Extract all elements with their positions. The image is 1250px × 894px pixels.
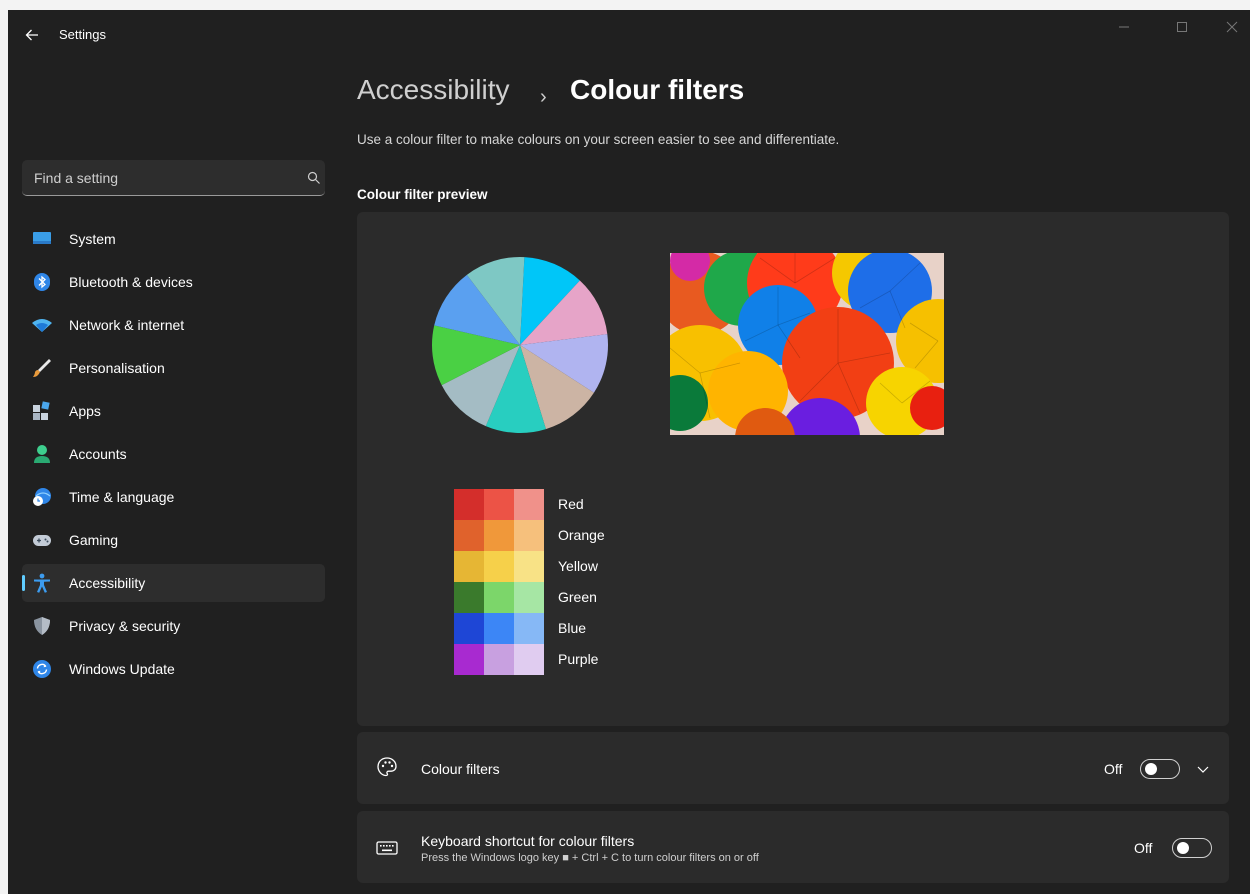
colour-filters-toggle[interactable] xyxy=(1140,759,1180,779)
sidebar-item-label: Apps xyxy=(69,403,101,419)
swatch-light xyxy=(514,520,544,551)
colour-filter-preview: Red Orange Yellow Green Blue Purple xyxy=(357,212,1229,726)
toggle-knob xyxy=(1145,763,1157,775)
swatch-row-red: Red xyxy=(454,489,654,520)
apps-icon xyxy=(32,401,52,421)
swatch-mid xyxy=(484,582,514,613)
minimize-button[interactable] xyxy=(1107,16,1141,38)
shield-icon xyxy=(32,616,52,636)
gaming-icon xyxy=(32,530,52,550)
sidebar-item-personalisation[interactable]: Personalisation xyxy=(22,349,325,387)
swatch-mid xyxy=(484,644,514,675)
sidebar-item-label: Privacy & security xyxy=(69,618,181,634)
search-icon[interactable] xyxy=(307,171,321,185)
keyboard-icon xyxy=(375,836,399,860)
update-icon xyxy=(32,659,52,679)
sidebar-item-label: Accounts xyxy=(69,446,127,462)
back-arrow-icon[interactable] xyxy=(20,24,44,46)
page-title: Colour filters xyxy=(570,74,745,105)
swatch-dark xyxy=(454,551,484,582)
sidebar-item-windows-update[interactable]: Windows Update xyxy=(22,650,325,688)
keyboard-shortcut-title: Keyboard shortcut for colour filters xyxy=(421,833,635,849)
sidebar-item-gaming[interactable]: Gaming xyxy=(22,521,325,559)
sidebar-item-label: Time & language xyxy=(69,489,175,505)
swatch-label: Orange xyxy=(558,527,605,543)
swatch-dark xyxy=(454,613,484,644)
network-icon xyxy=(32,315,52,335)
sidebar-item-time-language[interactable]: Time & language xyxy=(22,478,325,516)
sidebar-item-privacy-security[interactable]: Privacy & security xyxy=(22,607,325,645)
time-language-icon xyxy=(32,487,52,507)
swatch-dark xyxy=(454,520,484,551)
sidebar-item-label: Windows Update xyxy=(69,661,175,677)
title-bar: Settings xyxy=(8,10,1250,60)
search-box[interactable] xyxy=(22,160,325,196)
selection-indicator xyxy=(22,575,25,591)
sidebar-item-label: Gaming xyxy=(69,532,119,548)
swatch-label: Yellow xyxy=(558,558,598,574)
sidebar-item-label: Personalisation xyxy=(69,360,165,376)
sidebar-item-accessibility[interactable]: Accessibility xyxy=(22,564,325,602)
swatch-mid xyxy=(484,489,514,520)
swatch-mid xyxy=(484,551,514,582)
swatch-row-yellow: Yellow xyxy=(454,551,654,582)
swatch-dark xyxy=(454,489,484,520)
palette-icon xyxy=(375,755,399,779)
close-button[interactable] xyxy=(1215,16,1249,38)
chevron-down-icon[interactable] xyxy=(1195,761,1211,777)
sidebar-item-network[interactable]: Network & internet xyxy=(22,306,325,344)
swatch-label: Blue xyxy=(558,620,587,636)
system-icon xyxy=(32,229,52,249)
preview-section-title: Colour filter preview xyxy=(357,187,488,202)
colour-filters-title: Colour filters xyxy=(421,761,500,777)
swatch-mid xyxy=(484,613,514,644)
swatch-row-blue: Blue xyxy=(454,613,654,644)
sidebar-item-label: Network & internet xyxy=(69,317,185,333)
swatch-light xyxy=(514,582,544,613)
swatch-light xyxy=(514,551,544,582)
sidebar-item-label: Accessibility xyxy=(69,575,146,591)
preview-photo xyxy=(670,253,944,435)
swatch-label: Red xyxy=(558,496,584,512)
keyboard-shortcut-toggle[interactable] xyxy=(1172,838,1212,858)
keyboard-shortcut-subtitle: Press the Windows logo key ■ + Ctrl + C … xyxy=(421,852,759,864)
colour-filters-state: Off xyxy=(1104,761,1123,777)
swatch-dark xyxy=(454,644,484,675)
breadcrumb-separator: › xyxy=(540,86,547,108)
settings-window: Settings System Bluetooth & devices Netw… xyxy=(8,10,1250,894)
swatch-label: Purple xyxy=(558,651,599,667)
search-input[interactable] xyxy=(22,160,292,195)
sidebar-item-system[interactable]: System xyxy=(22,220,325,258)
bluetooth-icon xyxy=(32,272,52,292)
sidebar-item-label: System xyxy=(69,231,116,247)
accounts-icon xyxy=(32,444,52,464)
toggle-knob xyxy=(1177,842,1189,854)
swatch-row-green: Green xyxy=(454,582,654,613)
swatch-row-purple: Purple xyxy=(454,644,654,675)
colour-filters-card[interactable]: Colour filters Off xyxy=(357,732,1229,804)
sidebar-item-label: Bluetooth & devices xyxy=(69,274,193,290)
sidebar-item-apps[interactable]: Apps xyxy=(22,392,325,430)
breadcrumb-parent[interactable]: Accessibility xyxy=(357,73,509,107)
brush-icon xyxy=(32,358,52,378)
swatch-row-orange: Orange xyxy=(454,520,654,551)
keyboard-shortcut-state: Off xyxy=(1134,840,1153,856)
swatch-mid xyxy=(484,520,514,551)
swatch-light xyxy=(514,489,544,520)
accessibility-icon xyxy=(32,573,52,593)
sidebar-item-accounts[interactable]: Accounts xyxy=(22,435,325,473)
swatch-light xyxy=(514,644,544,675)
sidebar-item-bluetooth[interactable]: Bluetooth & devices xyxy=(22,263,325,301)
app-title: Settings xyxy=(59,27,106,42)
preview-pie xyxy=(432,257,608,433)
swatch-dark xyxy=(454,582,484,613)
keyboard-shortcut-card: Keyboard shortcut for colour filters Pre… xyxy=(357,811,1229,883)
page-description: Use a colour filter to make colours on y… xyxy=(357,132,840,147)
swatch-light xyxy=(514,613,544,644)
swatch-label: Green xyxy=(558,589,597,605)
maximize-button[interactable] xyxy=(1165,16,1199,38)
